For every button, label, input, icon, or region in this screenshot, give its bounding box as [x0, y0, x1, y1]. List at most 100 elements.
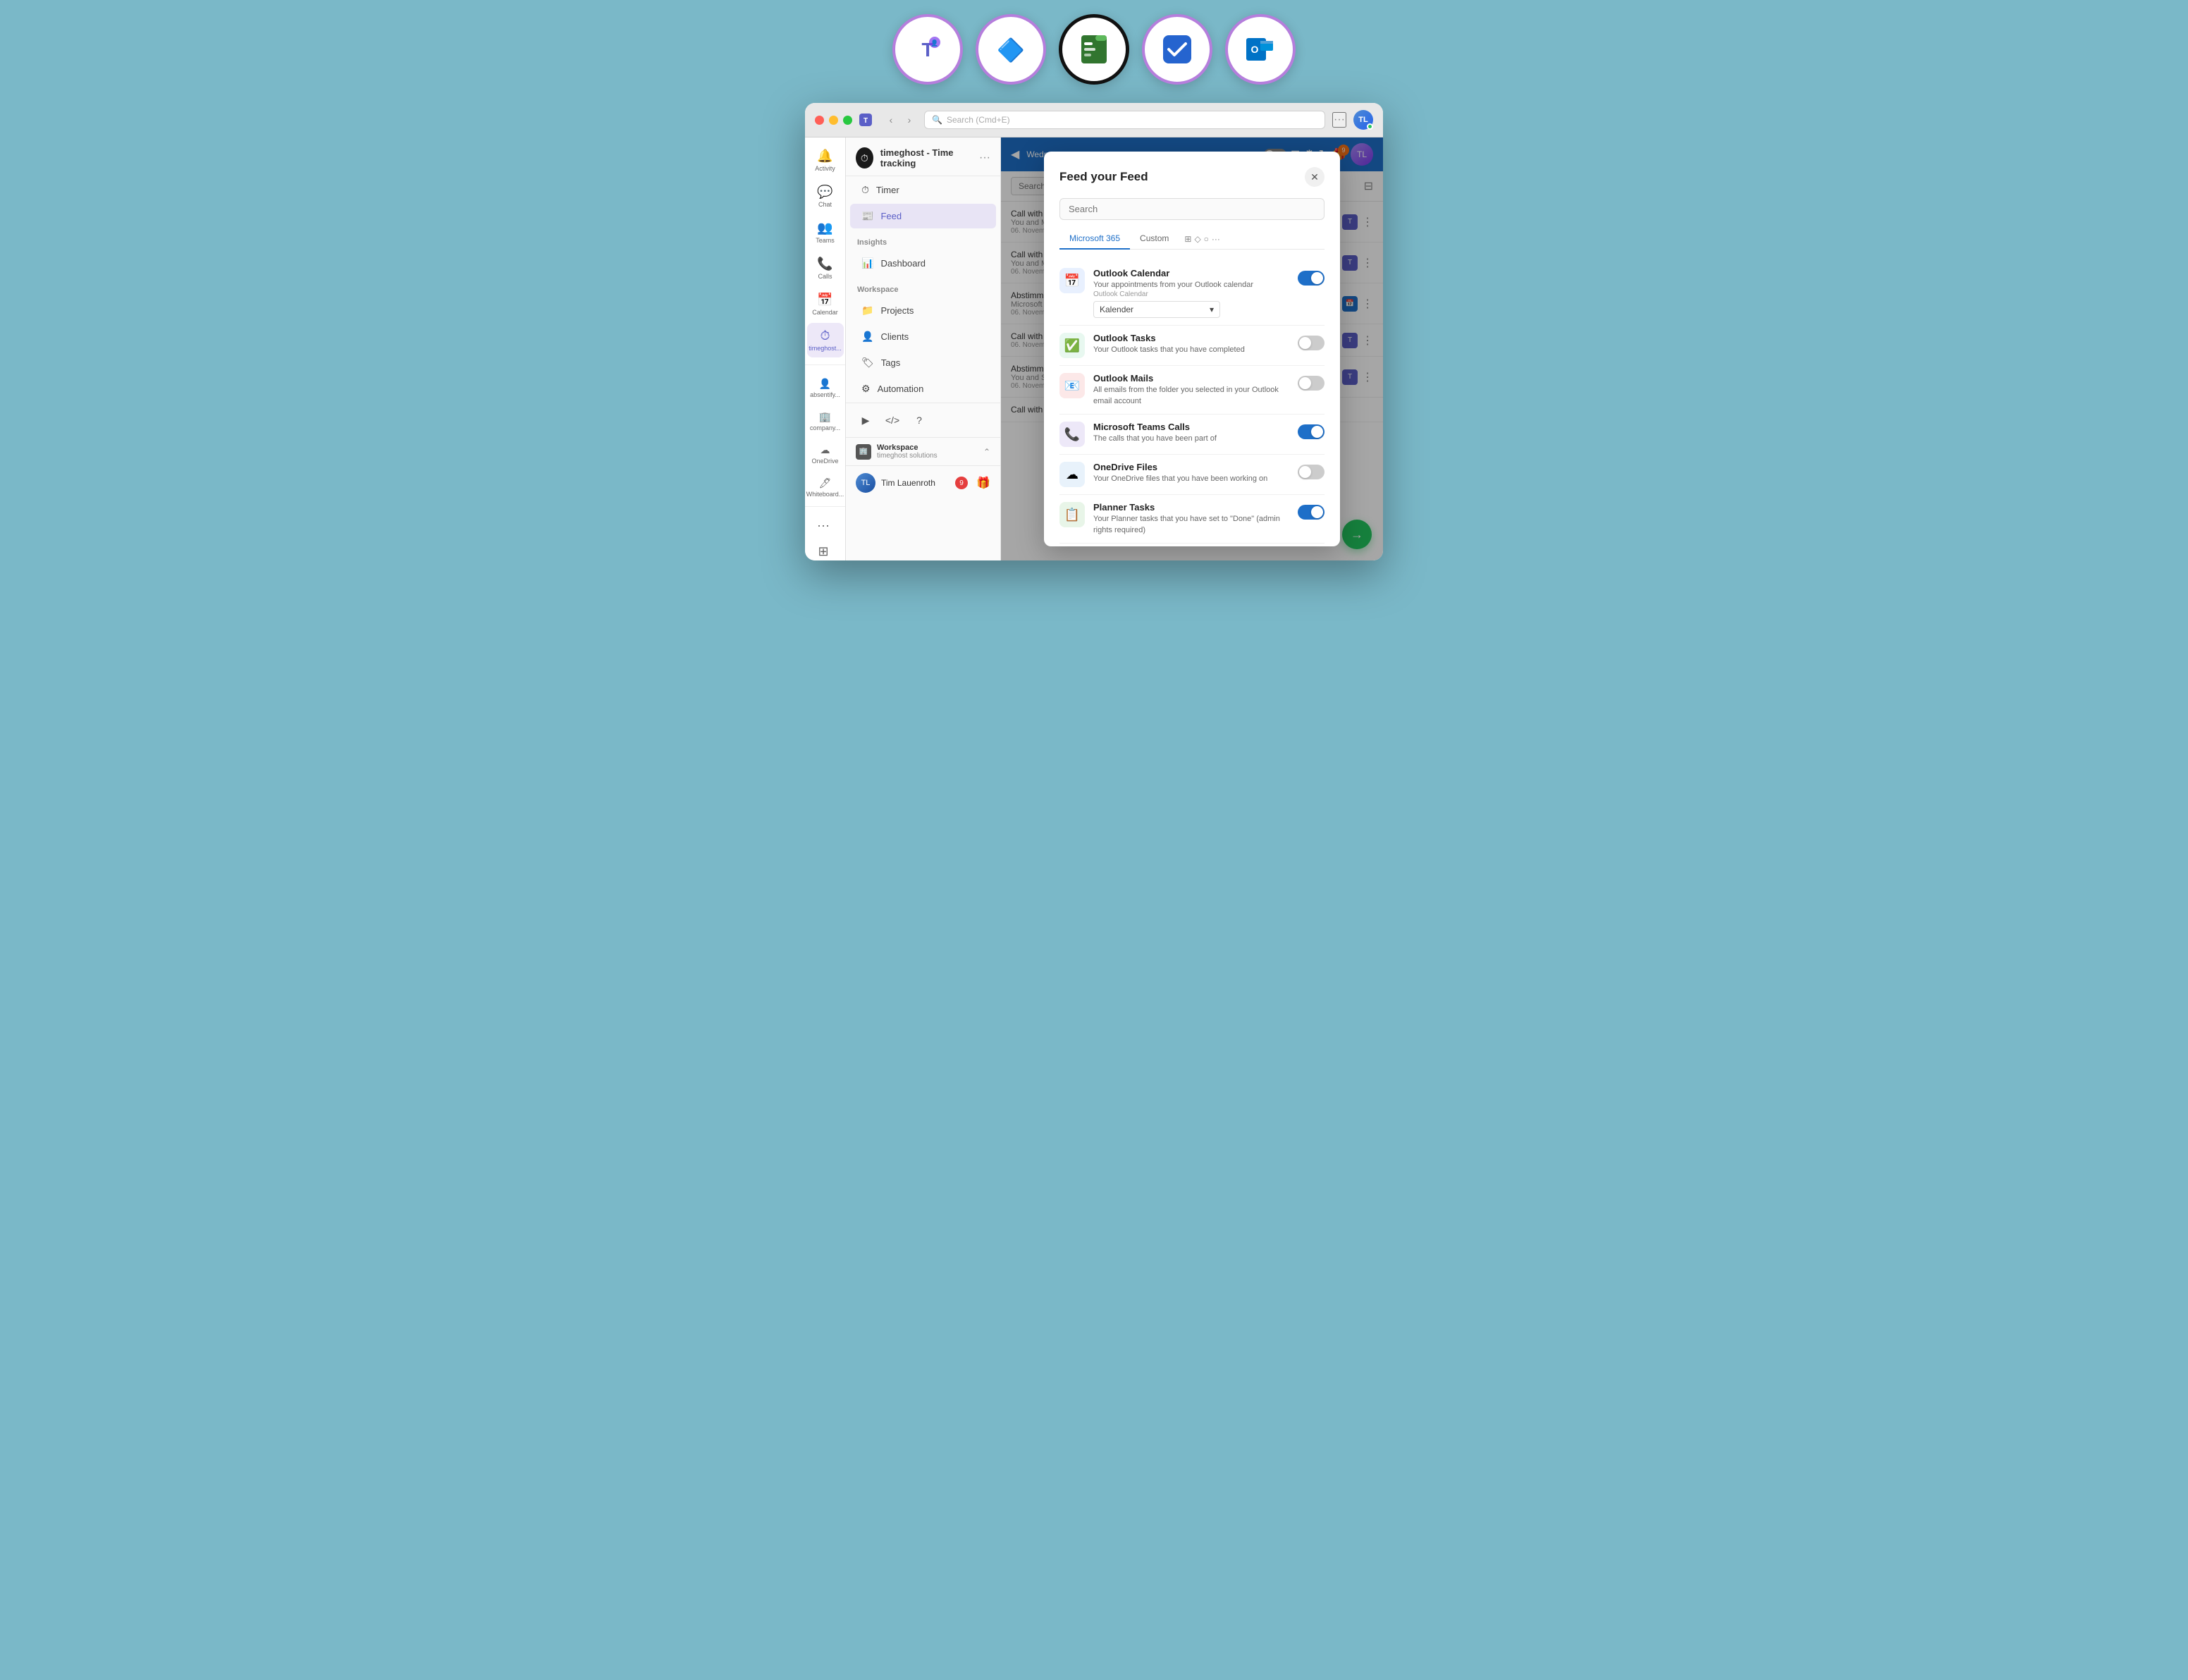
close-button[interactable]: [815, 116, 824, 125]
teams-calls-toggle[interactable]: [1298, 424, 1325, 439]
svg-text:🔷: 🔷: [997, 37, 1025, 63]
chat-label: Chat: [818, 201, 832, 208]
outlook-tasks-icon: ✅: [1059, 333, 1085, 358]
workspace-selector[interactable]: 🏢 Workspace timeghost solutions ⌃: [846, 437, 1000, 465]
tab-icon-more: ···: [1212, 234, 1220, 244]
integration-teams-calls: 📞 Microsoft Teams Calls The calls that y…: [1059, 415, 1325, 455]
integration-onedrive: ☁ OneDrive Files Your OneDrive files tha…: [1059, 455, 1325, 495]
app-icons-row: T 👤 🔷 O: [892, 7, 1296, 92]
back-arrow[interactable]: ‹: [883, 112, 899, 128]
bottom-tools: ▶ </> ?: [846, 403, 1000, 437]
modal-header: Feed your Feed ✕: [1059, 167, 1325, 187]
app-body: 🔔 Activity 💬 Chat 👥 Teams 📞 Calls 📅 Cale…: [805, 137, 1383, 560]
toggle-knob-onedrive: [1299, 466, 1311, 478]
onedrive-label: OneDrive: [811, 458, 838, 465]
dashboard-icon: 📊: [861, 257, 873, 269]
outlook-mails-name: Outlook Mails: [1093, 373, 1289, 384]
outlook-cal-dropdown[interactable]: Kalender ▾: [1093, 301, 1220, 318]
outlook-mails-icon: 📧: [1059, 373, 1085, 398]
nav-clients[interactable]: 👤 Clients: [850, 324, 996, 349]
modal-close-button[interactable]: ✕: [1305, 167, 1325, 187]
app-nav-sidebar: ⏱ timeghost - Time tracking ··· ⏱ Timer …: [846, 137, 1001, 560]
todo-app-icon[interactable]: [1142, 14, 1212, 85]
app-header-more-button[interactable]: ···: [979, 152, 990, 164]
mac-window: T ‹ › 🔍 Search (Cmd+E) ··· TL 🔔 Activity…: [805, 103, 1383, 560]
sidebar-item-timeghost[interactable]: ⏱ timeghost...: [807, 323, 844, 357]
sidebar-item-more[interactable]: ···: [805, 513, 842, 539]
outlook-cal-toggle[interactable]: [1298, 271, 1325, 286]
onedrive-icon: ☁: [821, 444, 830, 456]
youtube-button[interactable]: ▶: [856, 410, 875, 430]
planner-app-icon[interactable]: [1059, 14, 1129, 85]
nav-projects[interactable]: 📁 Projects: [850, 298, 996, 323]
company-label: company...: [810, 424, 840, 431]
forward-arrow[interactable]: ›: [902, 112, 917, 128]
projects-label: Projects: [880, 305, 914, 316]
whiteboard-icon: 🖊: [819, 477, 832, 489]
teams-calls-name: Microsoft Teams Calls: [1093, 422, 1289, 432]
app-title: timeghost - Time tracking: [880, 147, 972, 168]
workspace-name: Workspace: [877, 443, 938, 452]
integration-azure-devops: 🔷 Azure DevOps work items Your DevOps wo…: [1059, 544, 1325, 546]
teams-app-icon[interactable]: T 👤: [892, 14, 963, 85]
sidebar-item-calendar[interactable]: 📅 Calendar: [807, 287, 844, 321]
calendar-label: Calendar: [812, 309, 838, 316]
onedrive-toggle[interactable]: [1298, 465, 1325, 479]
titlebar-more-button[interactable]: ···: [1332, 112, 1346, 128]
planner-tasks-name: Planner Tasks: [1093, 502, 1289, 513]
nav-automation[interactable]: ⚙ Automation: [850, 376, 996, 401]
teams-calls-icon: 📞: [1059, 422, 1085, 447]
nav-feed[interactable]: 📰 Feed: [850, 204, 996, 228]
outlook-app-icon[interactable]: O: [1225, 14, 1296, 85]
modal-box: Feed your Feed ✕ Microsoft 365 Custom ⊞ …: [1044, 152, 1340, 546]
timeghost-label: timeghost...: [809, 345, 842, 352]
sidebar-item-teams[interactable]: 👥 Teams: [807, 215, 844, 250]
outlook-tasks-toggle[interactable]: [1298, 336, 1325, 350]
sidebar-item-company[interactable]: 🏢 company...: [807, 405, 844, 437]
modal-search-input[interactable]: [1059, 198, 1325, 220]
sidebar-item-absentify[interactable]: 👤 absentify...: [807, 372, 844, 404]
user-avatar-sm: TL: [856, 473, 875, 493]
devops-app-icon[interactable]: 🔷: [976, 14, 1046, 85]
tab-icon-diamond: ◇: [1194, 234, 1200, 244]
projects-icon: 📁: [861, 305, 873, 317]
outlook-tasks-desc: Your Outlook tasks that you have complet…: [1093, 345, 1289, 355]
calendar-icon: 📅: [817, 293, 832, 307]
sidebar-item-whiteboard[interactable]: 🖊 Whiteboard...: [807, 472, 844, 503]
user-avatar[interactable]: TL: [1353, 110, 1373, 130]
toggle-knob: [1311, 272, 1323, 284]
outlook-tasks-name: Outlook Tasks: [1093, 333, 1289, 343]
modal-tab-m365[interactable]: Microsoft 365: [1059, 228, 1130, 250]
sidebar-item-onedrive[interactable]: ☁ OneDrive: [807, 439, 844, 470]
sidebar-item-chat[interactable]: 💬 Chat: [807, 179, 844, 214]
code-button[interactable]: </>: [883, 410, 902, 430]
minimize-button[interactable]: [829, 116, 838, 125]
outlook-cal-source: Outlook Calendar: [1093, 290, 1289, 298]
sidebar-item-activity[interactable]: 🔔 Activity: [807, 143, 844, 178]
clients-icon: 👤: [861, 331, 873, 343]
feed-icon: 📰: [861, 210, 873, 222]
teams-icon: 👥: [817, 221, 832, 235]
modal-tab-custom[interactable]: Custom: [1130, 228, 1179, 250]
title-search-bar[interactable]: 🔍 Search (Cmd+E): [924, 111, 1325, 129]
workspace-subname: timeghost solutions: [877, 452, 938, 460]
planner-toggle[interactable]: [1298, 505, 1325, 520]
workspace-icon: 🏢: [856, 444, 871, 460]
svg-text:T: T: [863, 117, 868, 125]
outlook-cal-icon: 📅: [1059, 268, 1085, 293]
nav-tags[interactable]: 🏷 Tags: [850, 350, 996, 375]
timer-icon: ⏱: [861, 184, 869, 196]
integration-planner: 📋 Planner Tasks Your Planner tasks that …: [1059, 495, 1325, 544]
apps-icon: ⊞: [818, 544, 828, 559]
toggle-knob-planner: [1311, 506, 1323, 518]
outlook-cal-name: Outlook Calendar: [1093, 268, 1289, 278]
help-button[interactable]: ?: [909, 410, 929, 430]
toggle-knob-mails: [1299, 377, 1311, 389]
nav-dashboard[interactable]: 📊 Dashboard: [850, 251, 996, 276]
tab-icon-grid: ⊞: [1184, 234, 1191, 244]
sidebar-item-apps[interactable]: ⊞ Apps: [805, 539, 842, 560]
sidebar-item-calls[interactable]: 📞 Calls: [807, 251, 844, 286]
maximize-button[interactable]: [843, 116, 852, 125]
outlook-mails-toggle[interactable]: [1298, 376, 1325, 391]
nav-timer[interactable]: ⏱ Timer: [850, 178, 996, 202]
